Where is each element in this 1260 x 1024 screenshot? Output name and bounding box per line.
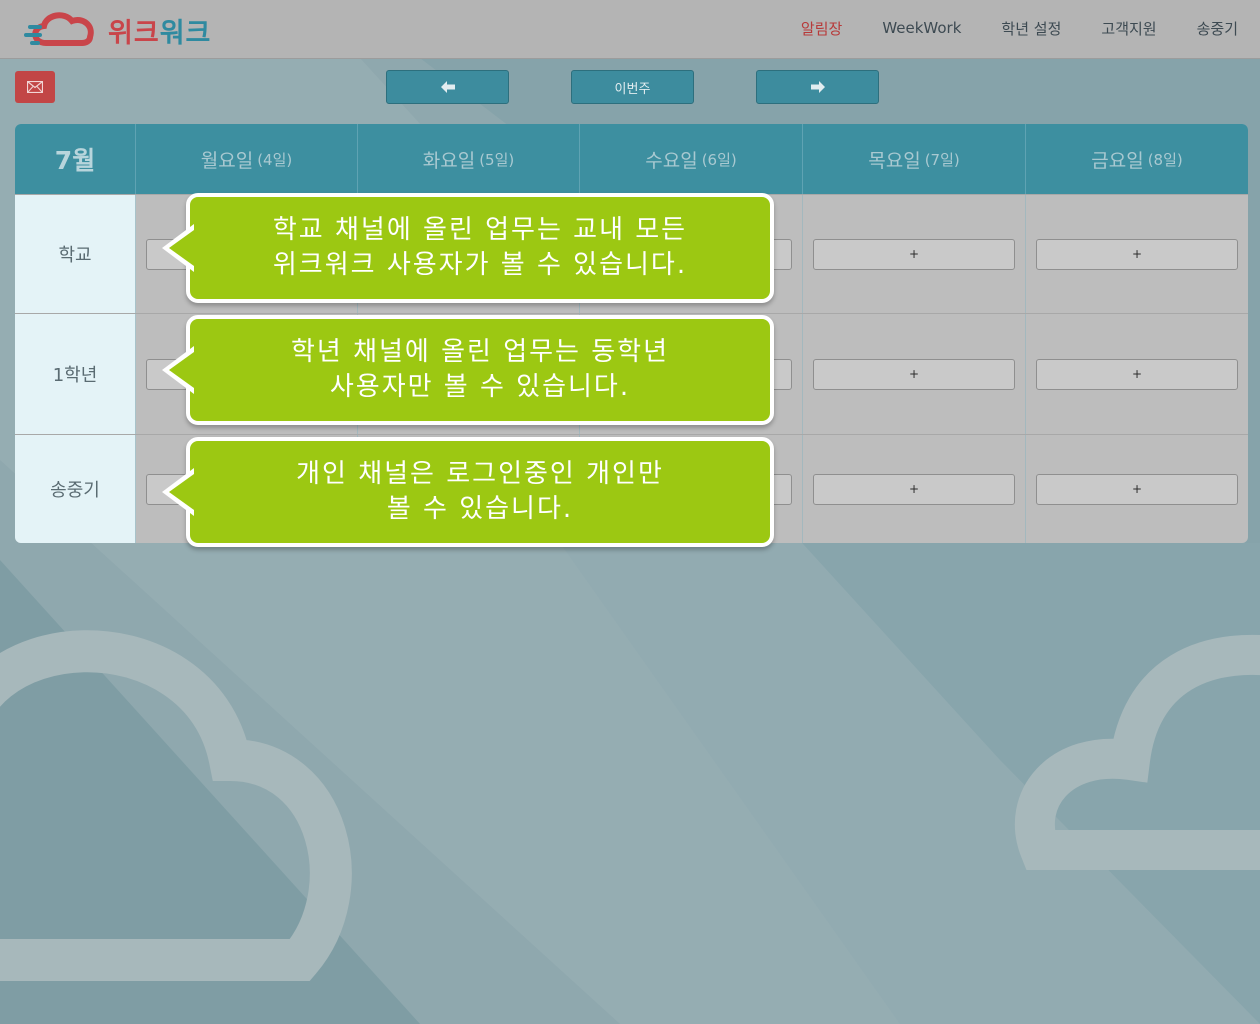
day-header-mon: 월요일 (4일) [136, 124, 358, 194]
day-date: (8일) [1147, 150, 1183, 169]
nav-item-notice[interactable]: 알림장 [801, 18, 842, 39]
day-name: 금요일 [1091, 149, 1144, 172]
arrow-right-icon [810, 81, 825, 93]
logo-text-part2: 워크 [159, 17, 212, 49]
row-label-grade: 1학년 [15, 314, 136, 434]
next-week-button[interactable] [756, 70, 879, 104]
calendar-cell: + [803, 435, 1026, 543]
add-task-button[interactable]: + [1036, 238, 1238, 270]
bubble-tail [162, 346, 194, 394]
day-header-tue: 화요일 (5일) [358, 124, 580, 194]
calendar-cell: + [1026, 435, 1248, 543]
this-week-button[interactable]: 이번주 [571, 70, 694, 104]
add-task-button[interactable]: + [1036, 358, 1238, 390]
tooltip-line: 사용자만 볼 수 있습니다. [329, 372, 631, 402]
calendar-cell: + [803, 195, 1026, 313]
day-header-thu: 목요일 (7일) [803, 124, 1026, 194]
day-date: (4일) [257, 150, 293, 169]
logo[interactable]: 위크워크 [24, 10, 211, 50]
arrow-left-icon [440, 81, 455, 93]
add-task-button[interactable]: + [1036, 473, 1238, 505]
tooltip-grade-channel: 학년 채널에 올린 업무는 동학년 사용자만 볼 수 있습니다. [162, 315, 774, 425]
calendar-cell: + [1026, 195, 1248, 313]
logo-text: 위크워크 [108, 11, 211, 50]
nav-item-grade-settings[interactable]: 학년 설정 [1001, 18, 1061, 39]
day-date: (7일) [924, 150, 960, 169]
day-name: 월요일 [200, 149, 254, 172]
add-task-button[interactable]: + [813, 238, 1015, 270]
tooltip-personal-channel: 개인 채널은 로그인중인 개인만 볼 수 있습니다. [162, 437, 774, 547]
envelope-icon [27, 81, 43, 93]
day-header-fri: 금요일 (8일) [1026, 124, 1248, 194]
top-navbar: 위크워크 알림장 WeekWork 학년 설정 고객지원 송중기 [0, 0, 1260, 59]
main-nav: 알림장 WeekWork 학년 설정 고객지원 송중기 [761, 0, 1238, 56]
day-header-wed: 수요일 (6일) [580, 124, 803, 194]
row-label-personal: 송중기 [15, 435, 136, 543]
nav-item-user[interactable]: 송중기 [1197, 18, 1238, 39]
add-task-button[interactable]: + [813, 473, 1015, 505]
day-date: (6일) [701, 150, 737, 169]
day-date: (5일) [479, 150, 515, 169]
nav-item-support[interactable]: 고객지원 [1101, 18, 1156, 39]
day-name: 수요일 [645, 149, 698, 172]
calendar-header: 7월 월요일 (4일) 화요일 (5일) 수요일 (6일) 목요일 (7일) 금요일 (8… [15, 124, 1248, 194]
bubble-tail [162, 468, 194, 516]
tooltip-line: 학교 채널에 올린 업무는 교내 모든 [272, 215, 688, 245]
tooltip-line: 위크워크 사용자가 볼 수 있습니다. [272, 250, 688, 280]
logo-text-part1: 위크 [108, 17, 160, 49]
calendar-cell: + [803, 314, 1026, 434]
tooltip-school-channel: 학교 채널에 올린 업무는 교내 모든 위크워크 사용자가 볼 수 있습니다. [162, 193, 774, 303]
month-label: 7월 [15, 124, 136, 194]
row-label-school: 학교 [15, 195, 136, 313]
tooltip-line: 개인 채널은 로그인중인 개인만 [296, 459, 664, 489]
cloud-logo-icon [24, 12, 94, 46]
mail-button[interactable] [15, 71, 55, 103]
calendar-cell: + [1026, 314, 1248, 434]
prev-week-button[interactable] [386, 70, 509, 104]
tooltip-line: 학년 채널에 올린 업무는 동학년 [290, 337, 670, 367]
add-task-button[interactable]: + [813, 358, 1015, 390]
nav-item-weekwork[interactable]: WeekWork [882, 19, 961, 37]
day-name: 화요일 [422, 149, 476, 172]
day-name: 목요일 [868, 149, 921, 172]
bubble-tail [162, 224, 194, 272]
tooltip-line: 볼 수 있습니다. [386, 494, 574, 524]
